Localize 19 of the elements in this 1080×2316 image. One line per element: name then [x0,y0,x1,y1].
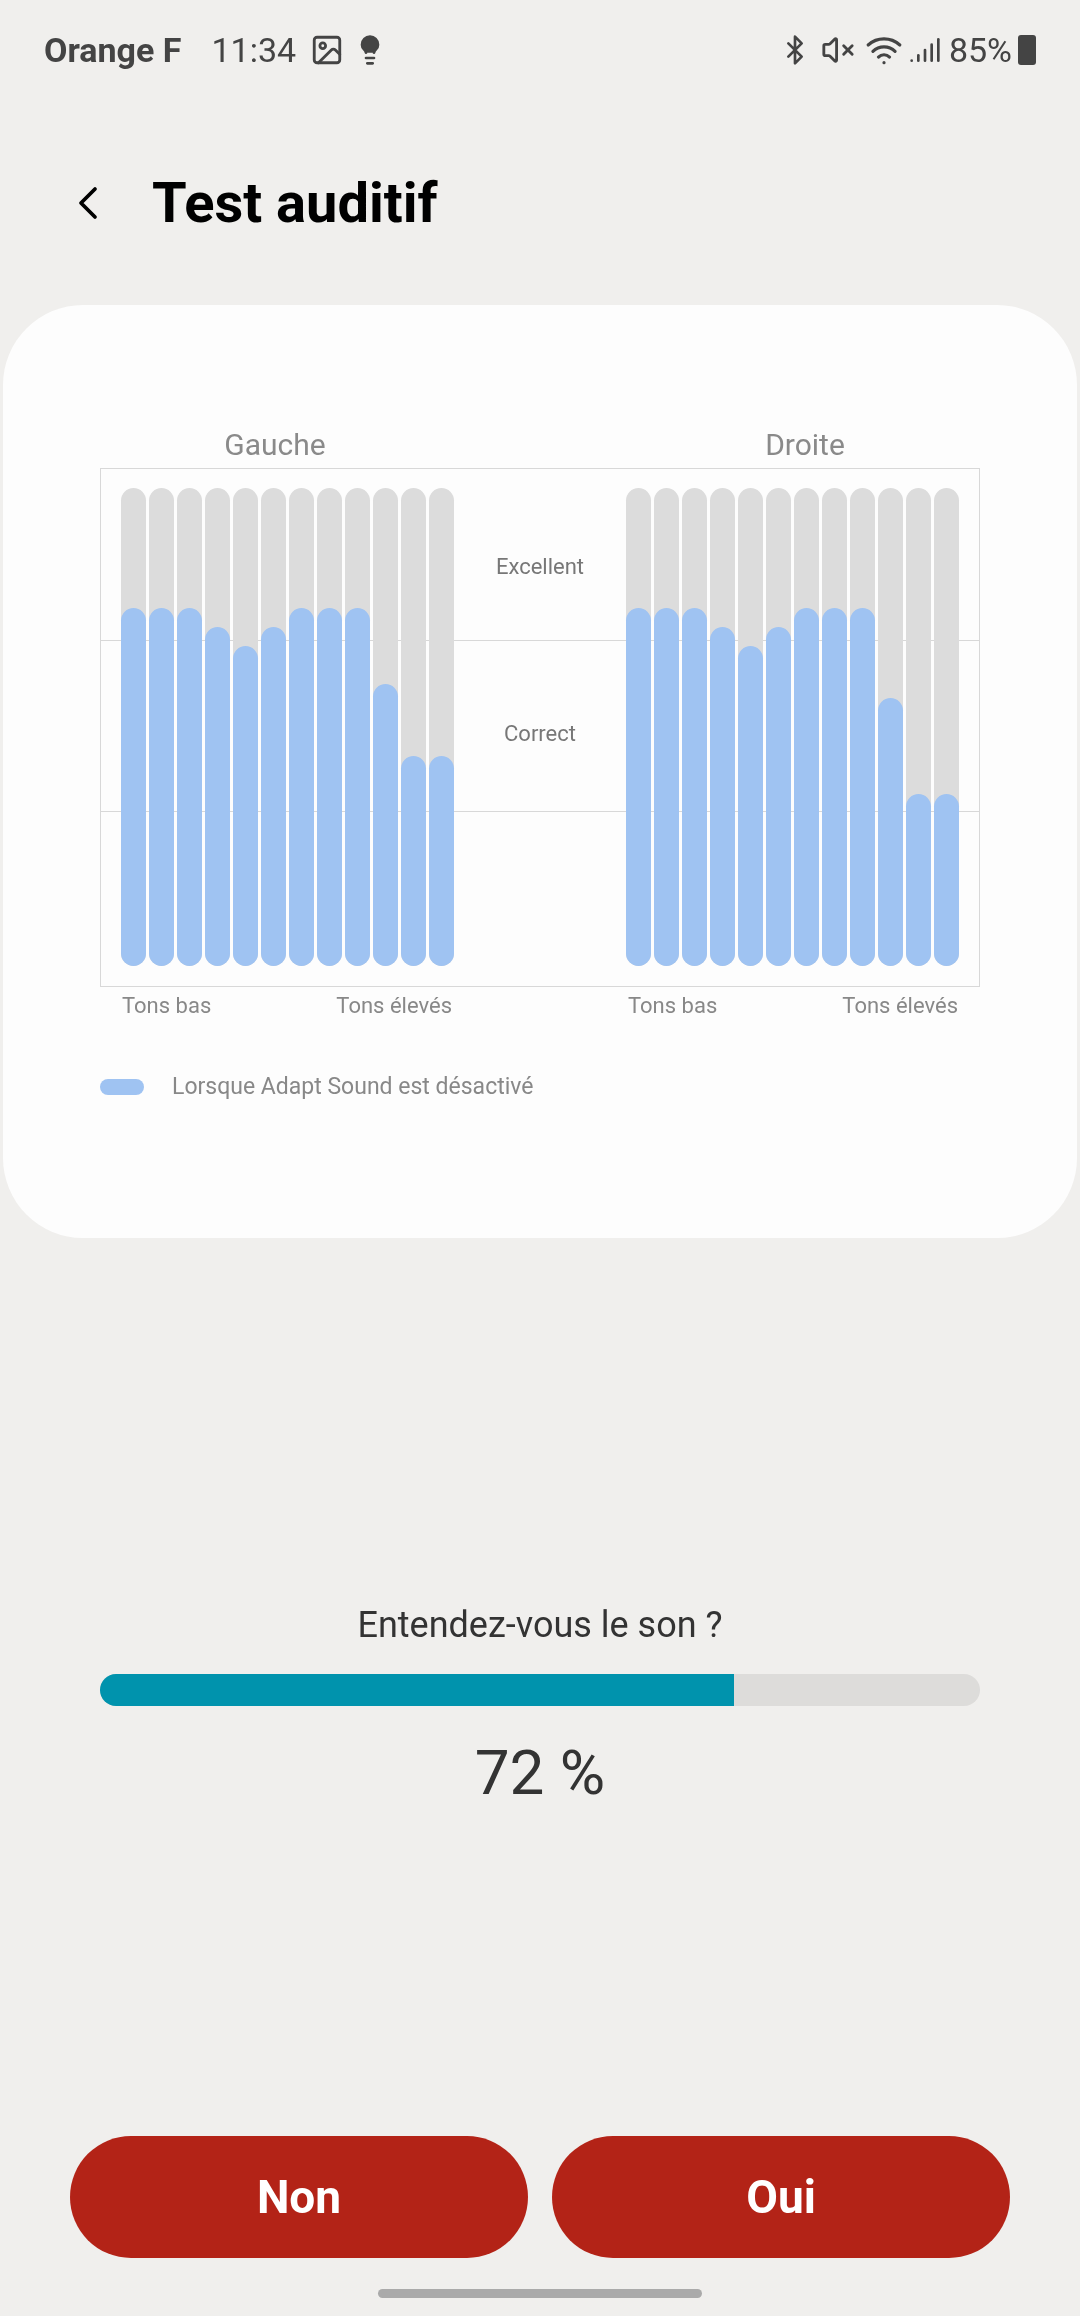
axis-label: Tons bas [122,992,212,1020]
axis-label: Tons élevés [842,992,958,1020]
page-title: Test auditif [152,168,438,238]
battery-icon [1018,35,1036,65]
axis-label: Tons bas [628,992,718,1020]
axis-label: Tons élevés [336,992,452,1020]
carrier: Orange F [44,28,182,72]
legend-swatch [100,1079,144,1096]
question-text: Entendez-vous le son ? [357,1603,723,1648]
answer-button[interactable]: Oui [552,2136,1010,2258]
time: 11:34 [211,28,297,72]
chart-label: Gauche [224,427,326,462]
chart-label: Droite [765,427,845,462]
legend-label: Lorsque Adapt Sound est désactivé [172,1072,534,1102]
battery-level: 85% [948,28,1012,72]
band-label: Excellent [495,553,585,581]
answer-button[interactable]: Non [70,2136,528,2258]
band-label: Correct [504,720,576,748]
progress-reading: 72 % [474,1735,606,1811]
